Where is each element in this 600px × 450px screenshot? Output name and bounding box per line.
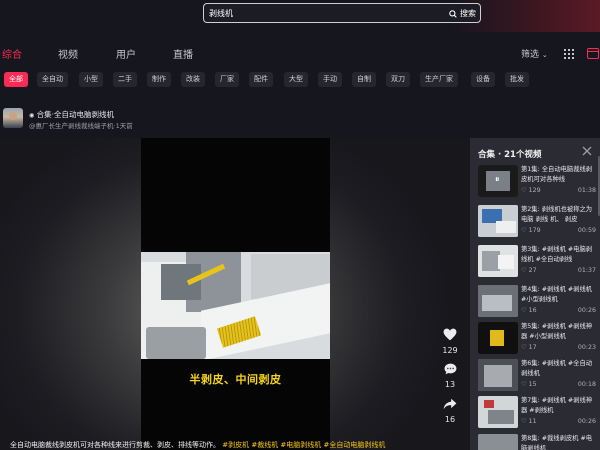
episode-duration: 00:23 [577,344,596,351]
episode-thumbnail [478,205,518,237]
episode-duration: 01:38 [577,187,596,194]
comment-button[interactable]: 13 [436,363,464,389]
pause-icon: ⏸ [495,175,500,185]
search-button[interactable]: 搜索 [449,7,476,20]
episode-duration: 00:26 [577,418,596,425]
episode-item[interactable]: 第4集: #剥线机 #剥线机 #小型剥线机 ♡ 16 00:26 [478,285,596,321]
episode-thumbnail: ⏸ [478,165,518,197]
episode-title: 第1集: 全自动电脑裁线剥皮机可对各种线 [521,166,593,183]
episode-title: 第4集: #剥线机 #剥线机 #小型剥线机 [521,286,593,303]
episode-item[interactable]: 第6集: #剥线机 #全自动剥线机 ♡ 15 00:18 [478,359,596,395]
share-button[interactable]: 16 [436,398,464,424]
description-text: 全自动电脑裁线剥皮机可对各种线来进行剪裁、剥皮、排线等动作。 [10,441,220,449]
episode-likes: ♡ 27 [521,267,537,274]
episode-duration: 00:18 [577,381,596,388]
tab-users[interactable]: 用户 [116,46,136,61]
share-icon [443,398,457,410]
comment-icon [444,363,456,375]
chip[interactable]: 双刀 [386,72,410,87]
search-input[interactable] [209,7,409,20]
comment-count: 13 [444,380,456,389]
episode-likes: ♡ 15 [521,381,537,388]
episode-thumbnail [478,285,518,317]
episode-thumbnail [478,245,518,277]
episode-title: 第2集: 剥线机也被称之为 电脑 剥线 机、 剥皮 [521,206,593,223]
post-author: ◉ 合集·全自动电脑剥线机 @惠厂长生产剥线裁线端子机·1天前 [0,108,300,132]
episode-thumbnail [478,322,518,354]
search-box[interactable]: 搜索 [203,3,481,23]
tab-all[interactable]: 综合 [2,46,22,61]
chip[interactable]: 全自动 [37,72,68,87]
episode-item[interactable]: 第5集: #剥线机 #剥线神器 #小型剥线机 ♡ 17 00:23 [478,322,596,358]
filter-label: 筛选 [521,50,540,60]
chevron-down-icon: ⌄ [541,51,548,59]
episode-item[interactable]: 第7集: #剥线机 #剥线神器 #剥线机 ♡ 11 00:26 [478,396,596,432]
episode-likes: ♡ 17 [521,344,537,351]
episode-title: 第7集: #剥线机 #剥线神器 #剥线机 [521,397,593,414]
chip[interactable]: 小型 [79,72,103,87]
search-button-label: 搜索 [460,9,476,18]
collection-icon: ◉ [29,112,35,119]
episode-title: 第8集: #裁线剥皮机 #电脑剥线机 [521,435,593,450]
episode-likes: ♡ 11 [521,418,537,425]
chip[interactable]: 配件 [249,72,273,87]
episode-thumbnail [478,434,518,450]
episode-duration: 00:26 [577,307,596,314]
episode-title: 第3集: #剥线机 #电脑剥线机 #全自动剥线 [521,246,593,263]
search-icon [449,9,457,18]
collection-link[interactable]: ◉ 合集·全自动电脑剥线机 [29,109,114,120]
video-player[interactable]: 半剥皮、中间剥皮 129 13 16 [0,138,470,450]
chip[interactable]: 厂家 [215,72,239,87]
video-caption: 半剥皮、中间剥皮 [189,373,282,386]
chip[interactable]: 二手 [113,72,137,87]
chip[interactable]: 制作 [147,72,171,87]
chip[interactable]: 手动 [318,72,342,87]
filter-button[interactable]: 筛选 ⌄ [521,47,548,60]
collection-label: 合集·全自动电脑剥线机 [36,110,115,119]
chip[interactable]: 大型 [284,72,308,87]
author-name[interactable]: @惠厂长生产剥线裁线端子机·1天前 [29,120,133,130]
panel-toggle-icon[interactable] [587,48,599,59]
episode-title: 第5集: #剥线机 #剥线神器 #小型剥线机 [521,323,593,340]
chip[interactable]: 批发 [505,72,529,87]
chip[interactable]: 生产厂家 [420,72,458,87]
like-count: 129 [442,346,458,355]
like-button[interactable]: 129 [436,328,464,355]
episode-likes: ♡ 16 [521,307,537,314]
avatar[interactable] [3,108,23,128]
grid-view-icon[interactable] [564,49,574,59]
chip[interactable]: 自制 [352,72,376,87]
chip[interactable]: 改装 [181,72,205,87]
chip-all[interactable]: 全部 [4,72,28,87]
episode-thumbnail [478,396,518,428]
episode-item[interactable]: 第2集: 剥线机也被称之为 电脑 剥线 机、 剥皮 ♡ 179 00:59 [478,205,596,241]
tab-videos[interactable]: 视频 [58,46,78,61]
post-description: 全自动电脑裁线剥皮机可对各种线来进行剪裁、剥皮、排线等动作。 #剥皮机 #裁线机… [10,440,470,450]
episode-item[interactable]: 第3集: #剥线机 #电脑剥线机 #全自动剥线 ♡ 27 01:37 [478,245,596,281]
video-frame [141,252,330,359]
episode-item[interactable]: 第8集: #裁线剥皮机 #电脑剥线机 [478,434,596,450]
share-count: 16 [444,415,456,424]
chip[interactable]: 设备 [471,72,495,87]
episode-likes: ♡ 179 [521,227,541,234]
collection-panel-title: 合集 · 21个视频 [478,150,542,160]
episode-title: 第6集: #剥线机 #全自动剥线机 [521,360,593,377]
episode-likes: ♡ 129 [521,187,541,194]
top-bar: 搜索 [0,0,600,32]
hashtags[interactable]: #剥皮机 #裁线机 #电脑剥线机 #全自动电脑剥线机 [222,441,385,449]
heart-icon [443,328,457,341]
collection-panel: 合集 · 21个视频 ⏸ 第1集: 全自动电脑裁线剥皮机可对各种线 ♡ 129 … [470,138,600,450]
result-tabs: 综合 视频 用户 直播 筛选 ⌄ [0,46,600,62]
close-icon[interactable] [582,146,592,156]
episode-item[interactable]: ⏸ 第1集: 全自动电脑裁线剥皮机可对各种线 ♡ 129 01:38 [478,165,596,201]
episode-thumbnail [478,359,518,391]
episode-duration: 01:37 [577,267,596,274]
episode-duration: 00:59 [577,227,596,234]
tab-live[interactable]: 直播 [173,46,193,61]
